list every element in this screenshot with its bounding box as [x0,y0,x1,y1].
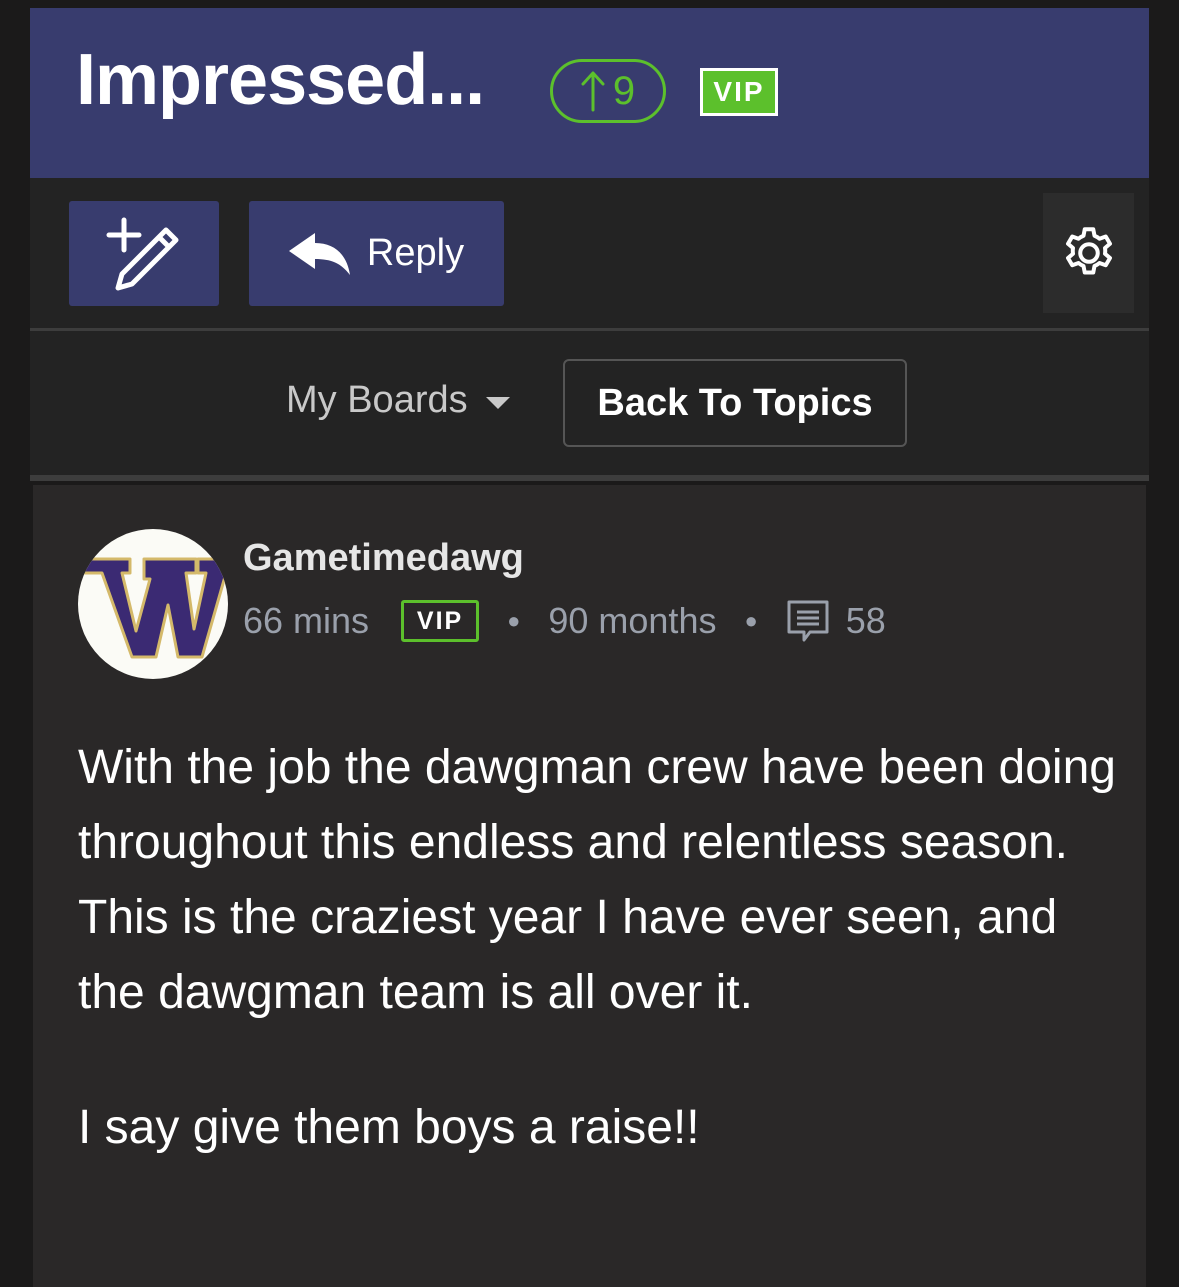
my-boards-dropdown[interactable]: My Boards [286,379,510,422]
thread-title: Impressed... [76,40,485,120]
post-body: With the job the dawgman crew have been … [78,730,1118,1225]
thread-toolbar: Reply [30,178,1149,328]
comment-icon [787,600,829,642]
post-card: Gametimedawg 66 mins VIP ● 90 months ● 5… [33,485,1146,1287]
post-paragraph: With the job the dawgman crew have been … [78,741,1116,1019]
board-nav: My Boards Back To Topics [30,331,1149,475]
reply-button[interactable]: Reply [249,201,504,306]
member-duration: 90 months [548,600,717,641]
pencil-plus-icon [106,217,179,290]
back-to-topics-button[interactable]: Back To Topics [563,359,907,447]
post-username[interactable]: Gametimedawg [243,537,524,580]
vip-badge: VIP [401,600,480,642]
separator-dot: ● [507,608,521,633]
thread-header: Impressed... 9 VIP [30,8,1149,178]
my-boards-label: My Boards [286,379,468,421]
post-meta: 66 mins VIP ● 90 months ● 58 [243,599,886,643]
avatar[interactable] [78,529,228,679]
post-paragraph: I say give them boys a raise!! [78,1101,700,1154]
thread-view: Impressed... 9 VIP Reply My Boards Back … [30,8,1149,1287]
settings-button[interactable] [1043,193,1134,313]
reply-arrow-icon [288,232,350,275]
post-count: 58 [845,600,886,641]
w-logo-icon [78,557,228,659]
arrow-up-icon [581,71,605,112]
new-post-button[interactable] [69,201,219,306]
chevron-down-icon [485,396,510,409]
reply-label: Reply [366,232,465,274]
gear-icon [1065,227,1112,275]
vip-badge: VIP [700,68,778,116]
upvote-button[interactable]: 9 [550,59,666,123]
post-time: 66 mins [243,600,370,641]
divider [30,475,1149,481]
upvote-count: 9 [612,68,636,113]
separator-dot: ● [744,608,758,633]
